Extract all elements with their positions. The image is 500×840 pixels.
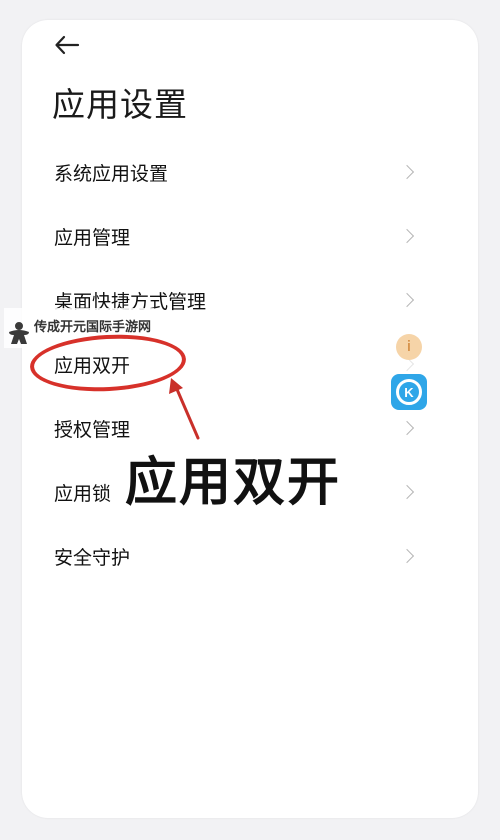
- settings-item-app-management[interactable]: 应用管理: [22, 204, 478, 268]
- settings-item-security-guard[interactable]: 安全守护: [22, 524, 478, 588]
- back-button[interactable]: [52, 30, 82, 60]
- chevron-right-icon: [399, 228, 415, 244]
- floating-app-k-glyph: K: [404, 384, 414, 400]
- settings-item-label: 安全守护: [54, 546, 131, 569]
- settings-screen: 应用设置 系统应用设置 应用管理 桌面快捷方式管理 应用双开 授权管理 应用锁 …: [22, 20, 478, 818]
- floating-app-a-icon[interactable]: i: [396, 334, 422, 360]
- settings-item-label: 授权管理: [54, 418, 131, 441]
- watermark-text: 传成开元国际手游网: [34, 320, 152, 335]
- meeple-icon: [9, 322, 29, 344]
- chevron-right-icon: [399, 484, 415, 500]
- settings-item-label: 系统应用设置: [54, 162, 169, 185]
- page-title: 应用设置: [52, 85, 188, 124]
- k-logo-icon: K: [396, 379, 422, 405]
- chevron-right-icon: [399, 548, 415, 564]
- floating-app-a-glyph: i: [407, 339, 411, 355]
- floating-app-k-icon[interactable]: K: [391, 374, 427, 410]
- chevron-right-icon: [399, 164, 415, 180]
- chevron-right-icon: [399, 420, 415, 436]
- settings-item-system-apps[interactable]: 系统应用设置: [22, 140, 478, 204]
- floating-app-dock: i K: [388, 322, 430, 416]
- arrow-left-icon: [55, 35, 80, 55]
- settings-item-label: 应用管理: [54, 226, 131, 249]
- chevron-right-icon: [399, 292, 415, 308]
- annotation-caption: 应用双开: [125, 453, 342, 513]
- settings-item-label: 应用锁: [54, 482, 112, 505]
